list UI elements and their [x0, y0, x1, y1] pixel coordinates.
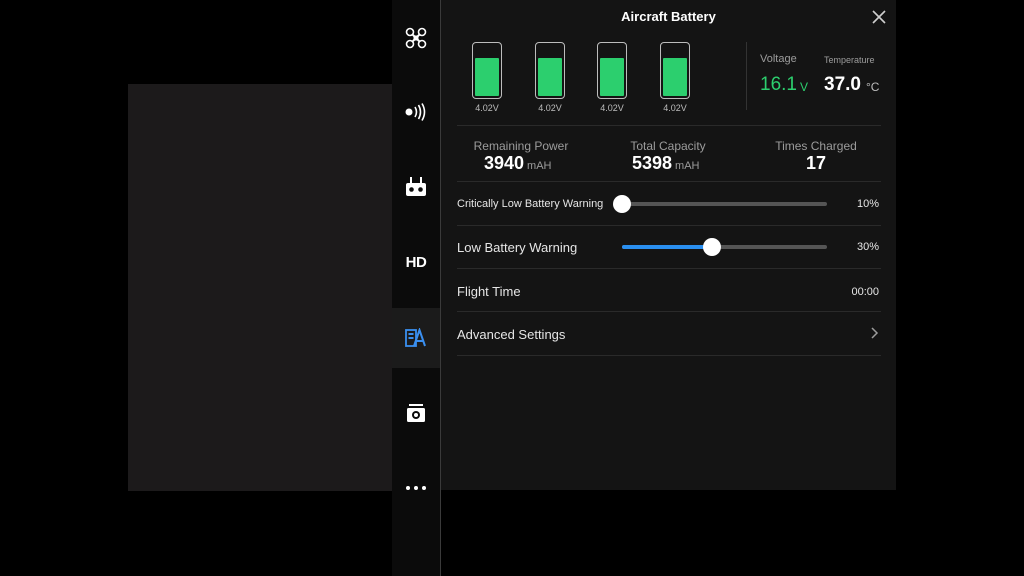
divider	[457, 225, 881, 226]
remote-signal-icon	[405, 103, 426, 121]
total-capacity-unit: mAH	[675, 160, 700, 172]
cell-voltage-label: 4.02V	[663, 103, 687, 113]
flight-time-value: 00:00	[851, 286, 879, 298]
divider	[457, 125, 881, 126]
battery-settings-icon	[405, 328, 426, 347]
voltage-label: Voltage	[760, 53, 797, 65]
times-charged-label: Times Charged	[775, 139, 857, 153]
battery-cell-1	[472, 42, 502, 99]
battery-cell-3	[597, 42, 627, 99]
slider-thumb[interactable]	[613, 195, 631, 213]
cell-fill	[475, 58, 499, 96]
temperature-label: Temperature	[824, 55, 875, 65]
advanced-settings-link[interactable]: Advanced Settings	[457, 327, 881, 342]
divider	[457, 311, 881, 312]
flight-time-label: Flight Time	[457, 284, 521, 299]
aircraft-icon	[405, 27, 427, 49]
low-battery-value: 30%	[856, 241, 879, 253]
divider	[457, 268, 881, 269]
remaining-power-unit: mAH	[527, 160, 552, 172]
remaining-power-label: Remaining Power	[473, 139, 569, 153]
sidebar-item-remote-signal[interactable]	[392, 82, 440, 142]
sidebar-item-more[interactable]	[392, 458, 440, 518]
voltage-unit: V	[800, 80, 809, 94]
battery-cell-4	[660, 42, 690, 99]
battery-cell-2	[535, 42, 565, 99]
sidebar-item-camera[interactable]	[392, 383, 440, 443]
stats-divider	[746, 42, 747, 110]
sidebar-item-remote-controller[interactable]	[392, 157, 440, 217]
temperature-value: 37.0	[824, 74, 861, 95]
cell-fill	[600, 58, 624, 96]
cell-voltage-label: 4.02V	[475, 103, 499, 113]
camera-preview	[128, 84, 392, 491]
panel-bottom-backdrop	[441, 490, 1024, 576]
chevron-right-icon	[871, 327, 879, 339]
cell-fill	[663, 58, 687, 96]
cell-voltage-label: 4.02V	[600, 103, 624, 113]
low-battery-label: Low Battery Warning	[457, 240, 578, 255]
settings-sidebar: HD	[392, 0, 440, 576]
remaining-power-value: 3940 mAH	[484, 153, 552, 174]
critical-battery-slider[interactable]	[613, 195, 827, 213]
critical-battery-value: 10%	[856, 198, 879, 210]
remote-controller-icon	[406, 177, 426, 196]
page-title: Aircraft Battery	[621, 9, 716, 24]
divider	[457, 181, 881, 182]
critical-battery-label: Critically Low Battery Warning	[457, 198, 604, 210]
cell-fill	[538, 58, 562, 96]
close-button[interactable]	[870, 8, 888, 26]
cell-voltage-label: 4.02V	[538, 103, 562, 113]
divider	[457, 355, 881, 356]
sidebar-item-aircraft[interactable]	[392, 8, 440, 68]
more-icon	[406, 486, 426, 490]
low-battery-slider[interactable]	[622, 238, 827, 256]
sidebar-item-battery[interactable]	[392, 308, 440, 368]
slider-fill	[622, 245, 713, 249]
remaining-power-number: 3940	[484, 153, 525, 173]
total-capacity-number: 5398	[632, 153, 673, 173]
sidebar-item-hd[interactable]: HD	[392, 232, 440, 292]
temperature-unit: °C	[866, 80, 880, 94]
total-capacity-value: 5398 mAH	[632, 153, 700, 174]
close-icon	[872, 10, 886, 24]
voltage-value: 16.1	[760, 74, 797, 95]
total-capacity-label: Total Capacity	[630, 139, 706, 153]
camera-icon	[407, 404, 425, 422]
times-charged-value: 17	[806, 153, 827, 173]
hd-label: HD	[405, 253, 427, 271]
